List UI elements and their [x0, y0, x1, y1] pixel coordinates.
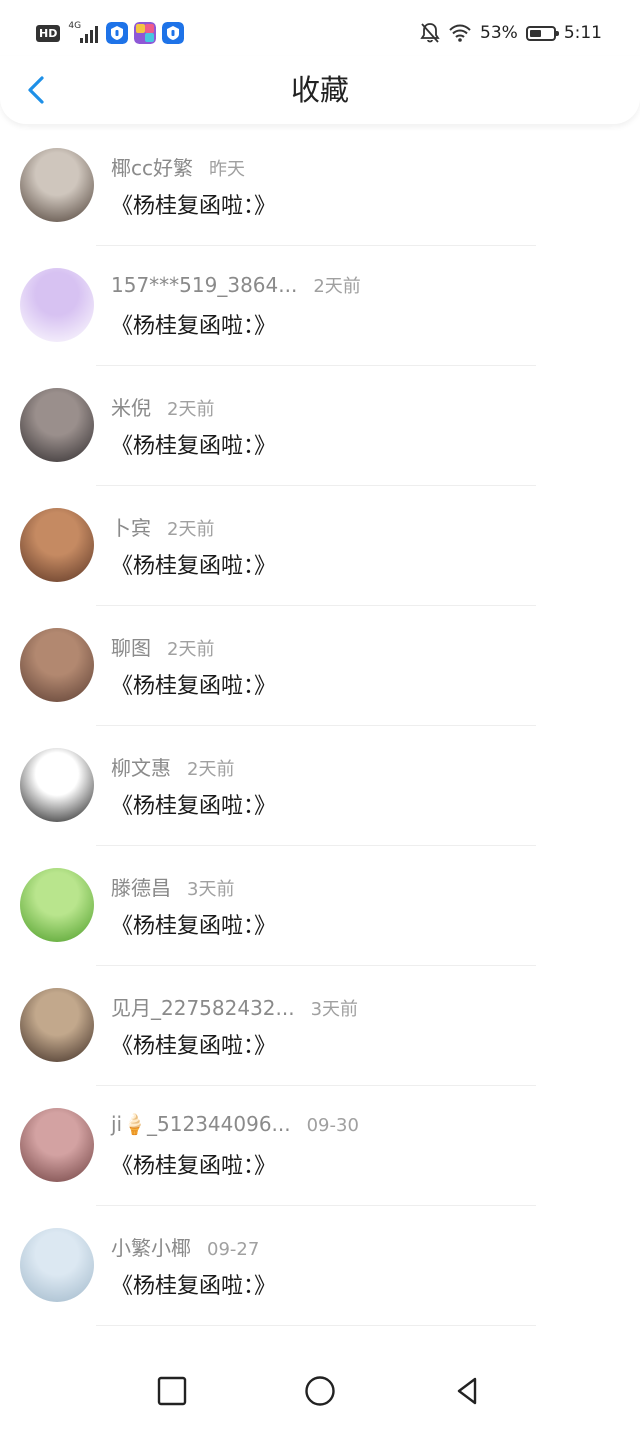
name-line: 卜宾 2天前 [111, 512, 214, 542]
name-line: ji🍦_512344096... 09-30 [111, 1112, 359, 1142]
user-name[interactable]: 椰cc好繁 [111, 156, 193, 180]
timestamp: 09-27 [207, 1239, 260, 1260]
user-name[interactable]: 见月_227582432... [111, 996, 295, 1020]
page-title: 收藏 [290, 73, 349, 107]
status-bar: HD 4G 53% 5:11 [0, 0, 640, 64]
avatar[interactable] [20, 1228, 94, 1302]
square-icon[interactable] [153, 1372, 191, 1410]
timestamp: 2天前 [187, 759, 235, 780]
wifi-icon [449, 24, 471, 42]
name-line: 157***519_3864... 2天前 [111, 272, 361, 302]
favorite-content[interactable]: 《杨桂复函啦：》 [111, 788, 276, 820]
avatar[interactable] [20, 1108, 94, 1182]
status-left: HD 4G [36, 18, 185, 48]
favorite-content[interactable]: 《杨桂复函啦：》 [111, 668, 276, 700]
app-notification-icon [106, 22, 129, 44]
list-item[interactable]: 米倪 2天前《杨桂复函啦：》 [0, 366, 640, 486]
cellular-signal-icon: 4G [66, 21, 100, 45]
list-item[interactable]: ji🍦_512344096... 09-30 《杨桂复函啦：》 [0, 1086, 640, 1206]
name-line: 椰cc好繁 昨天 [111, 152, 245, 182]
name-line: 米倪 2天前 [111, 392, 214, 422]
network-type: 4G [68, 21, 82, 31]
header-bar: 收藏 [0, 56, 640, 124]
avatar[interactable] [20, 388, 94, 462]
favorite-content[interactable]: 《杨桂复函啦：》 [111, 308, 276, 340]
timestamp: 3天前 [187, 879, 235, 900]
clock: 5:11 [563, 23, 602, 43]
battery-icon [525, 25, 559, 41]
list-item[interactable]: 小繁小椰 09-27 《杨桂复函啦：》 [0, 1206, 640, 1326]
timestamp: 昨天 [209, 159, 245, 180]
avatar[interactable] [20, 148, 94, 222]
timestamp: 2天前 [167, 399, 215, 420]
favorite-content[interactable]: 《杨桂复函啦：》 [111, 188, 276, 220]
divider [96, 1325, 536, 1326]
game-app-icon [134, 22, 157, 44]
favorite-content[interactable]: 《杨桂复函啦：》 [111, 548, 276, 580]
circle-icon[interactable] [301, 1372, 339, 1410]
avatar[interactable] [20, 508, 94, 582]
user-name[interactable]: 滕德昌 [111, 876, 171, 900]
favorite-content[interactable]: 《杨桂复函啦：》 [111, 1028, 276, 1060]
bell-muted-icon [420, 23, 440, 43]
favorites-list: 椰cc好繁 昨天 《杨桂复函啦：》 157***519_3864... 2天前 《杨桂复函… [0, 126, 640, 1326]
battery-percent: 53% [480, 23, 518, 43]
list-item[interactable]: 椰cc好繁 昨天《杨桂复函啦：》 [0, 126, 640, 246]
favorite-content[interactable]: 《杨桂复函啦：》 [111, 1148, 276, 1180]
timestamp: 2天前 [167, 639, 215, 660]
timestamp: 09-30 [306, 1115, 359, 1136]
triangle-back-icon[interactable] [448, 1372, 486, 1410]
favorite-content[interactable]: 《杨桂复函啦：》 [111, 908, 276, 940]
system-navigation-bar [0, 1350, 640, 1433]
hd-badge: HD [36, 24, 61, 42]
favorite-content[interactable]: 《杨桂复函啦：》 [111, 1268, 276, 1300]
timestamp: 3天前 [310, 999, 359, 1020]
list-item[interactable]: 157***519_3864... 2天前《杨桂复函啦：》 [0, 246, 640, 366]
user-name[interactable]: 米倪 [111, 396, 151, 420]
app-notification-icon-2 [162, 22, 185, 44]
timestamp: 2天前 [313, 276, 361, 297]
user-name[interactable]: 卜宾 [111, 516, 151, 540]
user-name[interactable]: 聊图 [111, 636, 151, 660]
avatar[interactable] [20, 868, 94, 942]
user-name[interactable]: ji🍦_512344096... [111, 1112, 291, 1136]
name-line: 小繁小椰 09-27 [111, 1232, 259, 1262]
avatar[interactable] [20, 628, 94, 702]
user-name[interactable]: 柳文惠 [111, 756, 171, 780]
list-item[interactable]: 柳文惠 2天前《杨桂复函啦：》 [0, 726, 640, 846]
name-line: 见月_227582432... 3天前 [111, 992, 358, 1022]
status-right: 53% 5:11 [420, 18, 602, 48]
user-name[interactable]: 157***519_3864... [111, 273, 297, 297]
avatar[interactable] [20, 268, 94, 342]
list-item[interactable]: 卜宾 2天前《杨桂复函啦：》 [0, 486, 640, 606]
name-line: 柳文惠 2天前 [111, 752, 234, 782]
list-item[interactable]: 聊图 2天前《杨桂复函啦：》 [0, 606, 640, 726]
favorite-content[interactable]: 《杨桂复函啦：》 [111, 428, 276, 460]
name-line: 滕德昌 3天前 [111, 872, 234, 902]
battery-fill [529, 29, 542, 37]
list-item[interactable]: 滕德昌 3天前《杨桂复函啦：》 [0, 846, 640, 966]
user-name[interactable]: 小繁小椰 [111, 1236, 191, 1260]
avatar[interactable] [20, 748, 94, 822]
name-line: 聊图 2天前 [111, 632, 214, 662]
timestamp: 2天前 [167, 519, 215, 540]
avatar[interactable] [20, 988, 94, 1062]
list-item[interactable]: 见月_227582432... 3天前《杨桂复函啦：》 [0, 966, 640, 1086]
